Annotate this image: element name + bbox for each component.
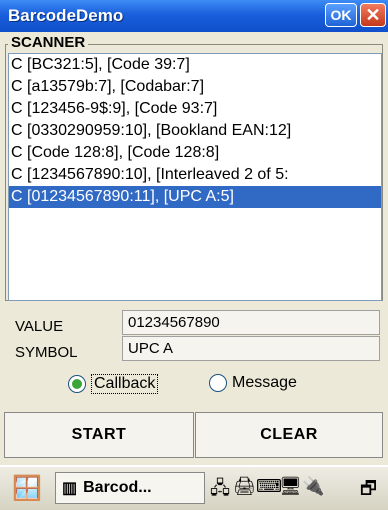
windows-start-icon[interactable]: 🪟: [12, 474, 42, 502]
taskbar-app-label: Barcod...: [83, 479, 152, 496]
clear-button[interactable]: CLEAR: [195, 412, 383, 458]
scan-results-list[interactable]: C [BC321:5], [Code 39:7] C [a13579b:7], …: [8, 53, 382, 301]
start-button[interactable]: START: [4, 412, 194, 458]
list-item[interactable]: C [BC321:5], [Code 39:7]: [9, 54, 381, 76]
value-field: 01234567890: [122, 310, 380, 335]
value-label: VALUE: [15, 318, 64, 335]
message-radio[interactable]: Message: [209, 374, 297, 392]
list-item-selected[interactable]: C [01234567890:11], [UPC A:5]: [9, 186, 381, 208]
barcode-icon: ▥: [62, 480, 78, 497]
symbol-label: SYMBOL: [15, 344, 78, 361]
ok-button[interactable]: OK: [325, 3, 357, 27]
window-switch-icon[interactable]: 🗗: [360, 476, 377, 506]
printer-tray-icon[interactable]: 🖨: [233, 476, 256, 497]
taskbar-app-button[interactable]: ▥ Barcod...: [55, 472, 205, 504]
callback-radio[interactable]: Callback: [68, 374, 159, 394]
list-item[interactable]: C [123456-9$:9], [Code 93:7]: [9, 98, 381, 120]
network-tray-icon[interactable]: 🖧: [210, 476, 230, 506]
title-bar: BarcodeDemo OK ✕: [0, 0, 388, 32]
window-title: BarcodeDemo: [8, 6, 124, 25]
display-tray-icon[interactable]: 🖥: [279, 476, 302, 497]
taskbar: 🪟 ▥ Barcod... 🖧 🖨 ⌨ 🖥 🔌 🗗: [0, 465, 388, 510]
callback-radio-label: Callback: [91, 374, 159, 394]
symbol-field: UPC A: [122, 336, 380, 361]
radio-unselected-icon: [209, 374, 227, 392]
list-item[interactable]: C [a13579b:7], [Codabar:7]: [9, 76, 381, 98]
list-item[interactable]: C [0330290959:10], [Bookland EAN:12]: [9, 120, 381, 142]
radio-selected-icon: [68, 375, 86, 393]
list-item[interactable]: C [Code 128:8], [Code 128:8]: [9, 142, 381, 164]
message-radio-label: Message: [232, 374, 297, 391]
list-item[interactable]: C [1234567890:10], [Interleaved 2 of 5:: [9, 164, 381, 186]
power-plug-icon[interactable]: 🔌: [302, 476, 324, 497]
scanner-group-label: SCANNER: [8, 34, 89, 51]
close-button[interactable]: ✕: [360, 3, 386, 27]
